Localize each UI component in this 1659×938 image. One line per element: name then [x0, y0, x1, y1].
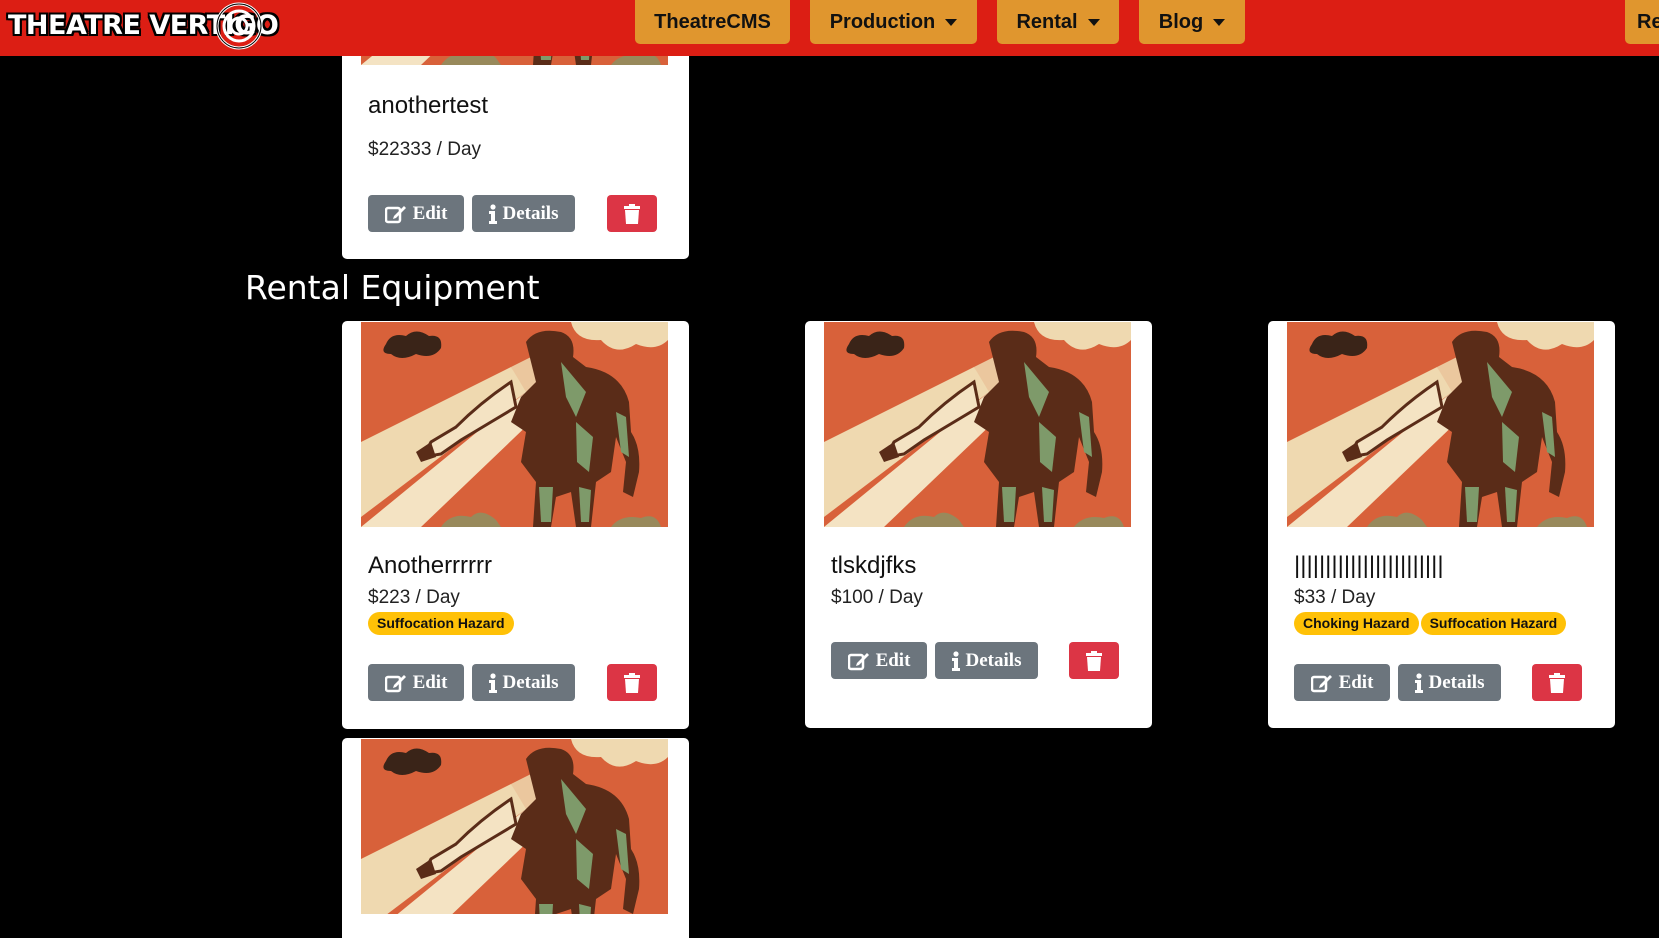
chevron-down-icon — [945, 18, 958, 26]
trash-icon — [624, 672, 640, 693]
equipment-card: |||||||||||||||||||||||| $33 / Day Choki… — [1268, 321, 1615, 728]
edit-icon — [847, 652, 869, 670]
section-heading: Rental Equipment — [245, 268, 540, 307]
details-button[interactable]: Details — [472, 195, 575, 232]
logo-swirl-icon — [215, 2, 263, 50]
edit-button[interactable]: Edit — [1294, 664, 1390, 701]
hazard-badge: Suffocation Hazard — [1420, 612, 1567, 635]
chevron-down-icon — [1087, 18, 1100, 26]
card-price: $223 / Day — [368, 587, 460, 608]
hazard-badge: Choking Hazard — [1294, 612, 1419, 635]
details-label: Details — [1428, 671, 1485, 693]
nav-production-dropdown[interactable]: Production — [810, 0, 977, 44]
trash-icon — [1549, 672, 1565, 693]
nav-theatrecms[interactable]: TheatreCMS — [635, 0, 790, 44]
trash-icon — [624, 203, 640, 224]
nav-register[interactable]: Re — [1625, 0, 1659, 44]
equipment-image — [1287, 322, 1594, 527]
edit-icon — [384, 205, 406, 223]
delete-button[interactable] — [607, 195, 657, 232]
navbar: THEATRE VERTIGO TheatreCMS Production Re… — [0, 0, 1659, 56]
nav-rental-label: Rental — [1016, 10, 1078, 33]
card-title: |||||||||||||||||||||||| — [1294, 552, 1444, 579]
hazard-badge: Suffocation Hazard — [368, 612, 514, 635]
nav-production-label: Production — [829, 10, 936, 33]
nav-blog-label: Blog — [1158, 10, 1204, 33]
edit-label: Edit — [412, 671, 448, 693]
card-title: Anotherrrrrr — [368, 552, 493, 579]
details-button[interactable]: Details — [472, 664, 575, 701]
equipment-card: tlskdjfks $100 / Day Edit Details — [805, 321, 1152, 728]
edit-label: Edit — [875, 649, 911, 671]
card-title: anothertest — [368, 92, 489, 119]
nav-blog-dropdown[interactable]: Blog — [1139, 0, 1245, 44]
delete-button[interactable] — [1069, 642, 1119, 679]
edit-button[interactable]: Edit — [368, 195, 464, 232]
hazard-badges: Choking Hazard Suffocation Hazard — [1294, 612, 1567, 635]
info-icon — [1414, 672, 1423, 693]
info-icon — [951, 650, 960, 671]
equipment-image — [361, 739, 668, 914]
nav-rental-dropdown[interactable]: Rental — [997, 0, 1119, 44]
card-price: $100 / Day — [831, 587, 923, 608]
edit-label: Edit — [412, 202, 448, 224]
details-label: Details — [502, 671, 559, 693]
details-button[interactable]: Details — [935, 642, 1038, 679]
delete-button[interactable] — [607, 664, 657, 701]
chevron-down-icon — [1213, 18, 1226, 26]
equipment-image — [361, 322, 668, 527]
card-price: $33 / Day — [1294, 587, 1376, 608]
hazard-badges: Suffocation Hazard — [368, 612, 514, 635]
card-title: tlskdjfks — [831, 552, 917, 579]
info-icon — [488, 672, 497, 693]
nav-theatrecms-label: TheatreCMS — [654, 10, 771, 33]
nav-register-label: Re — [1637, 10, 1659, 33]
equipment-card — [342, 738, 689, 938]
edit-button[interactable]: Edit — [368, 664, 464, 701]
trash-icon — [1086, 650, 1102, 671]
edit-icon — [1310, 674, 1332, 692]
details-button[interactable]: Details — [1398, 664, 1501, 701]
equipment-card: Anotherrrrrr $223 / Day Suffocation Haza… — [342, 321, 689, 729]
details-label: Details — [965, 649, 1022, 671]
edit-button[interactable]: Edit — [831, 642, 927, 679]
delete-button[interactable] — [1532, 664, 1582, 701]
details-label: Details — [502, 202, 559, 224]
edit-label: Edit — [1338, 671, 1374, 693]
site-logo[interactable]: THEATRE VERTIGO — [8, 2, 279, 50]
equipment-card: anothertest $22333 / Day Edit Details — [342, 40, 689, 259]
equipment-image — [824, 322, 1131, 527]
card-price: $22333 / Day — [368, 139, 482, 160]
info-icon — [488, 203, 497, 224]
edit-icon — [384, 674, 406, 692]
